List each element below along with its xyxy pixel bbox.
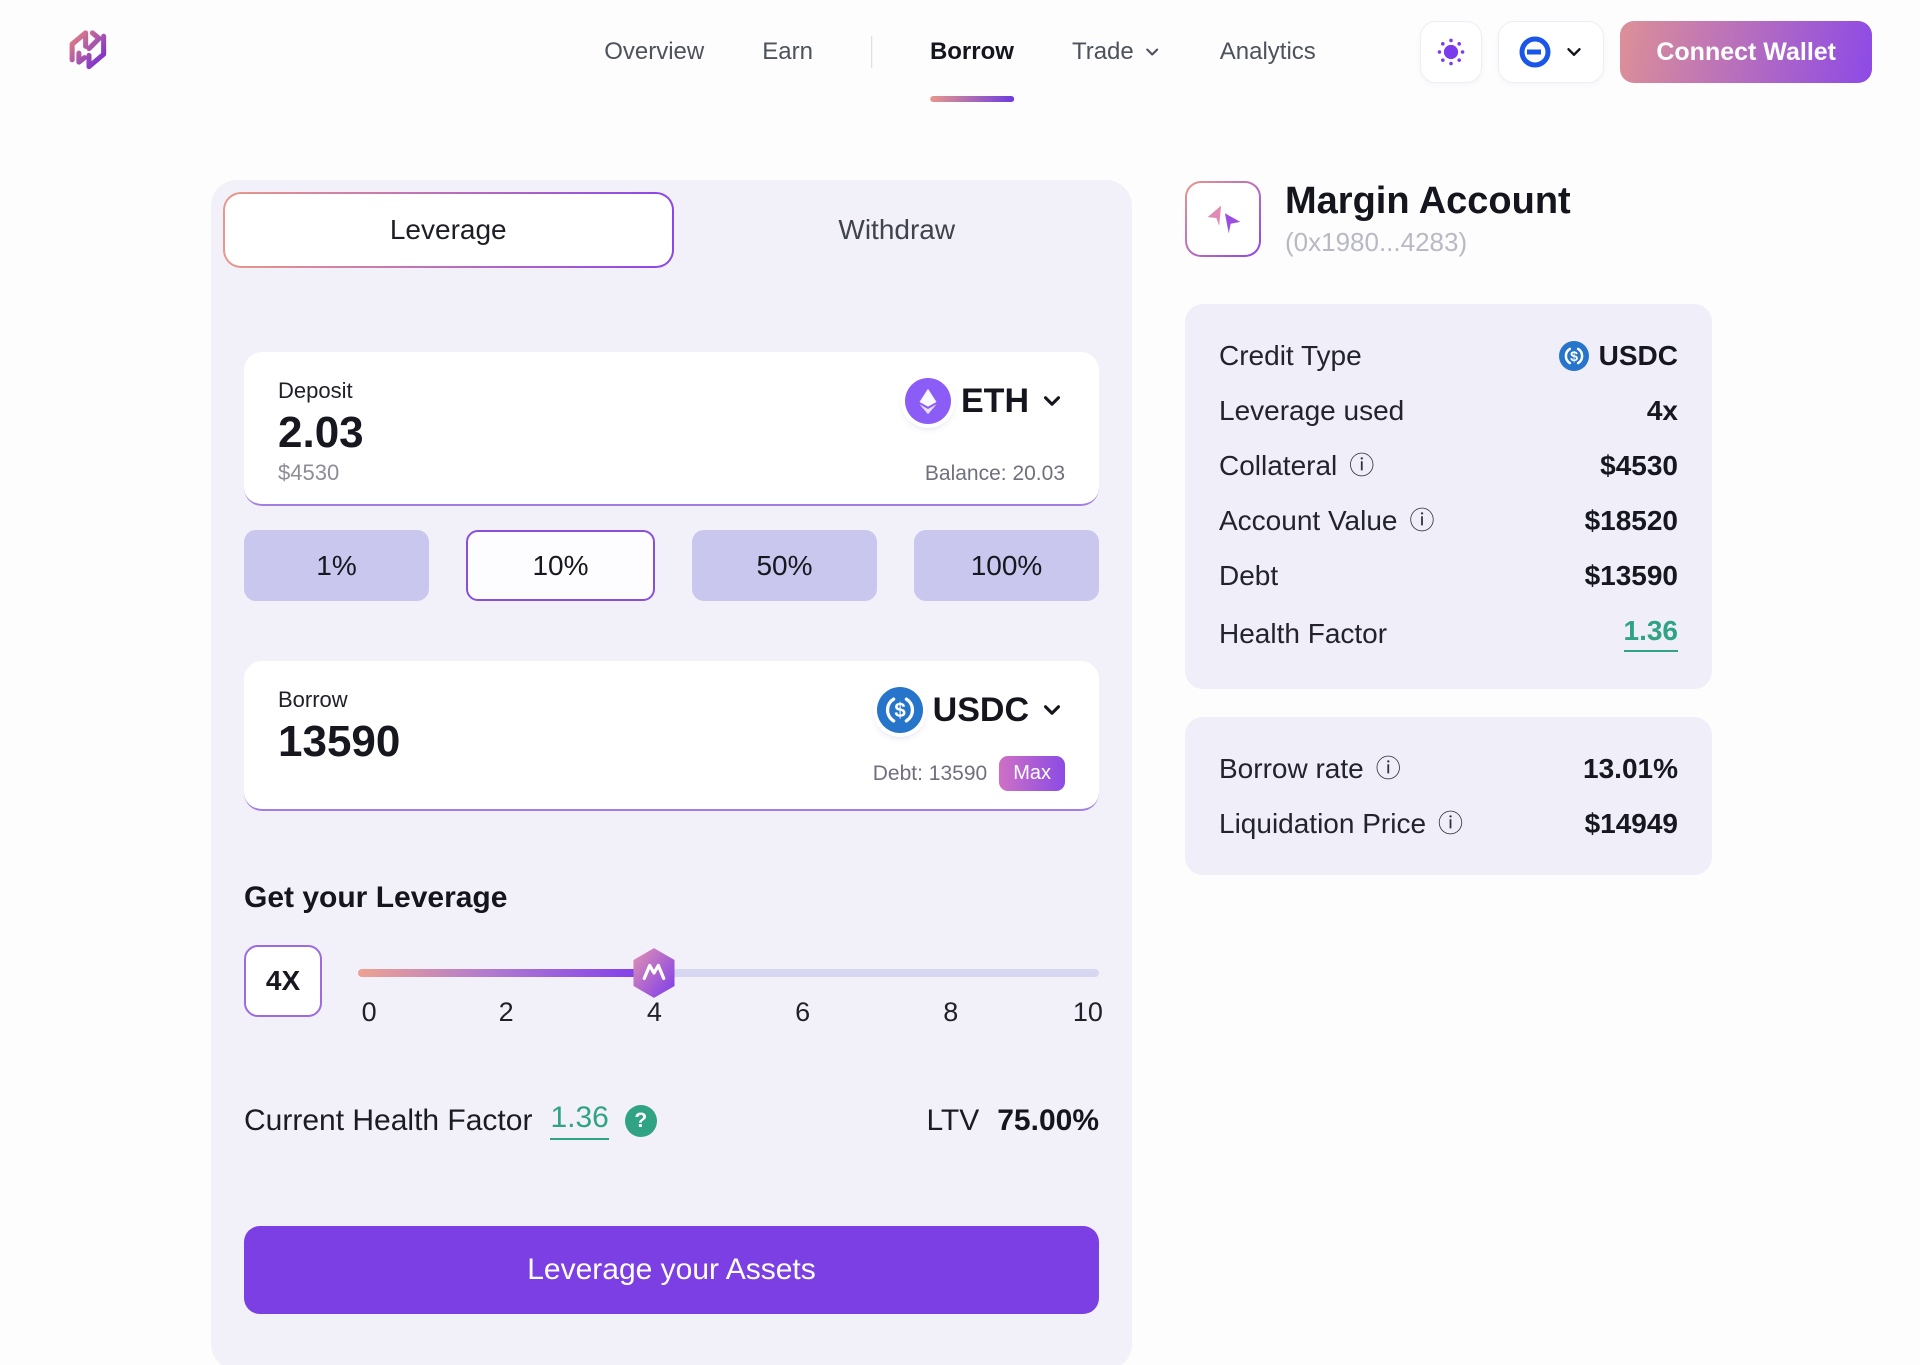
margin-account-panel: Margin Account (0x1980...4283) Credit Ty… bbox=[1185, 180, 1712, 875]
borrow-box: Borrow $ USDC bbox=[244, 661, 1099, 811]
rates-panel: Borrow rateⓘ 13.01% Liquidation Priceⓘ $… bbox=[1185, 717, 1712, 875]
deposit-usd-value: $4530 bbox=[278, 460, 598, 486]
deposit-amount-input[interactable] bbox=[278, 408, 598, 458]
credit-type-value: USDC bbox=[1599, 340, 1678, 372]
nav-item-trade[interactable]: Trade bbox=[1072, 38, 1162, 66]
margin-account-titles: Margin Account (0x1980...4283) bbox=[1285, 180, 1571, 258]
borrow-right: $ USDC Debt: 13590 Max bbox=[873, 687, 1065, 791]
deposit-label: Deposit bbox=[278, 378, 598, 404]
deposit-right: ETH Balance: 20.03 bbox=[905, 378, 1065, 486]
eth-icon bbox=[905, 378, 951, 424]
connect-wallet-button[interactable]: Connect Wallet bbox=[1620, 21, 1872, 83]
ltv-label: LTV bbox=[926, 1104, 979, 1138]
borrow-left: Borrow bbox=[278, 687, 598, 791]
stat-row-debt: Debt $13590 bbox=[1219, 560, 1678, 592]
debt-label: Debt: 13590 bbox=[873, 762, 987, 786]
liquidation-price-value: $14949 bbox=[1585, 808, 1678, 840]
nav-item-overview[interactable]: Overview bbox=[604, 38, 704, 66]
header-actions: Connect Wallet bbox=[1420, 21, 1872, 83]
borrow-debt-row: Debt: 13590 Max bbox=[873, 756, 1065, 791]
margin-account-title: Margin Account bbox=[1285, 180, 1571, 223]
borrow-panel: Leverage Withdraw Deposit $4530 bbox=[211, 180, 1132, 1365]
percent-button-1[interactable]: 1% bbox=[244, 530, 429, 601]
slider-thumb[interactable] bbox=[629, 946, 679, 1000]
stat-row-liquidation-price: Liquidation Priceⓘ $14949 bbox=[1219, 808, 1678, 840]
borrow-rate-value: 13.01% bbox=[1583, 753, 1678, 785]
usdc-icon: $ bbox=[1559, 341, 1589, 371]
nav-divider bbox=[871, 36, 872, 68]
collateral-value: $4530 bbox=[1600, 450, 1678, 482]
leverage-slider: 0 2 4 6 8 10 bbox=[358, 945, 1099, 1035]
percent-button-50[interactable]: 50% bbox=[692, 530, 877, 601]
tab-leverage[interactable]: Leverage bbox=[223, 192, 674, 268]
stat-row-health-factor: Health Factor 1.36 bbox=[1219, 615, 1678, 652]
active-tab-underline bbox=[930, 96, 1014, 102]
chevron-down-icon bbox=[1142, 42, 1162, 62]
leverage-assets-button[interactable]: Leverage your Assets bbox=[244, 1226, 1099, 1314]
top-nav-bar: Overview Earn Borrow Trade Analytics bbox=[0, 0, 1920, 104]
health-factor-value: 1.36 bbox=[550, 1101, 608, 1140]
usdc-icon: $ bbox=[877, 687, 923, 733]
health-row: Current Health Factor 1.36 ? LTV 75.00% bbox=[244, 1101, 1099, 1140]
chevron-down-icon bbox=[1039, 388, 1065, 414]
health-factor-panel-value: 1.36 bbox=[1624, 615, 1679, 652]
deposit-box: Deposit $4530 ETH Ba bbox=[244, 352, 1099, 506]
leverage-used-value: 4x bbox=[1647, 395, 1678, 427]
theme-toggle-button[interactable] bbox=[1420, 21, 1482, 83]
chevron-down-icon bbox=[1563, 41, 1585, 63]
stat-row-leverage-used: Leverage used 4x bbox=[1219, 395, 1678, 427]
max-button[interactable]: Max bbox=[999, 756, 1065, 791]
slider-track-fill bbox=[358, 969, 654, 977]
help-icon[interactable]: ? bbox=[625, 1105, 657, 1137]
info-icon[interactable]: ⓘ bbox=[1349, 454, 1374, 479]
margin-account-icon-box bbox=[1185, 181, 1261, 257]
slider-track[interactable] bbox=[358, 969, 1099, 977]
leverage-title: Get your Leverage bbox=[244, 881, 1099, 915]
margin-account-address: (0x1980...4283) bbox=[1285, 227, 1571, 258]
panel-tabs: Leverage Withdraw bbox=[223, 192, 1120, 268]
deposit-left: Deposit $4530 bbox=[278, 378, 598, 486]
svg-text:$: $ bbox=[1570, 349, 1578, 365]
network-selector-button[interactable] bbox=[1498, 21, 1604, 83]
health-factor-label: Current Health Factor bbox=[244, 1104, 532, 1138]
stat-row-credit-type: Credit Type $ USDC bbox=[1219, 340, 1678, 372]
deposit-token-selector[interactable]: ETH bbox=[905, 378, 1065, 424]
stat-row-account-value: Account Valueⓘ $18520 bbox=[1219, 505, 1678, 537]
nav-item-analytics[interactable]: Analytics bbox=[1220, 38, 1316, 66]
debt-value: $13590 bbox=[1585, 560, 1678, 592]
network-icon bbox=[1517, 34, 1553, 70]
app-logo[interactable] bbox=[62, 25, 116, 79]
svg-text:$: $ bbox=[894, 699, 906, 722]
info-icon[interactable]: ⓘ bbox=[1376, 757, 1401, 782]
nav-item-borrow[interactable]: Borrow bbox=[930, 38, 1014, 66]
sun-icon bbox=[1435, 36, 1467, 68]
main-nav: Overview Earn Borrow Trade Analytics bbox=[604, 0, 1316, 104]
info-icon[interactable]: ⓘ bbox=[1438, 812, 1463, 837]
borrow-label: Borrow bbox=[278, 687, 598, 713]
stat-row-borrow-rate: Borrow rateⓘ 13.01% bbox=[1219, 753, 1678, 785]
borrow-token-selector[interactable]: $ USDC bbox=[877, 687, 1065, 733]
deposit-token-name: ETH bbox=[961, 382, 1029, 421]
percent-button-100[interactable]: 100% bbox=[914, 530, 1099, 601]
arrows-icon bbox=[1200, 196, 1246, 242]
account-stats-panel: Credit Type $ USDC Leverage used 4x bbox=[1185, 304, 1712, 689]
account-value: $18520 bbox=[1585, 505, 1678, 537]
info-icon[interactable]: ⓘ bbox=[1410, 509, 1435, 534]
percent-button-10[interactable]: 10% bbox=[466, 530, 655, 601]
ltv-value: 75.00% bbox=[997, 1104, 1099, 1138]
margin-account-header: Margin Account (0x1980...4283) bbox=[1185, 180, 1712, 258]
percent-row: 1% 10% 50% 100% bbox=[244, 530, 1099, 601]
leverage-value-box[interactable]: 4X bbox=[244, 945, 322, 1017]
borrow-token-name: USDC bbox=[933, 691, 1029, 730]
stat-row-collateral: Collateralⓘ $4530 bbox=[1219, 450, 1678, 482]
leverage-slider-row: 4X 0 2 4 6 8 10 bbox=[244, 945, 1099, 1035]
borrow-amount-input[interactable] bbox=[278, 717, 598, 767]
deposit-balance: Balance: 20.03 bbox=[925, 462, 1065, 486]
tab-withdraw[interactable]: Withdraw bbox=[674, 192, 1121, 268]
nav-item-earn[interactable]: Earn bbox=[762, 38, 813, 66]
chevron-down-icon bbox=[1039, 697, 1065, 723]
